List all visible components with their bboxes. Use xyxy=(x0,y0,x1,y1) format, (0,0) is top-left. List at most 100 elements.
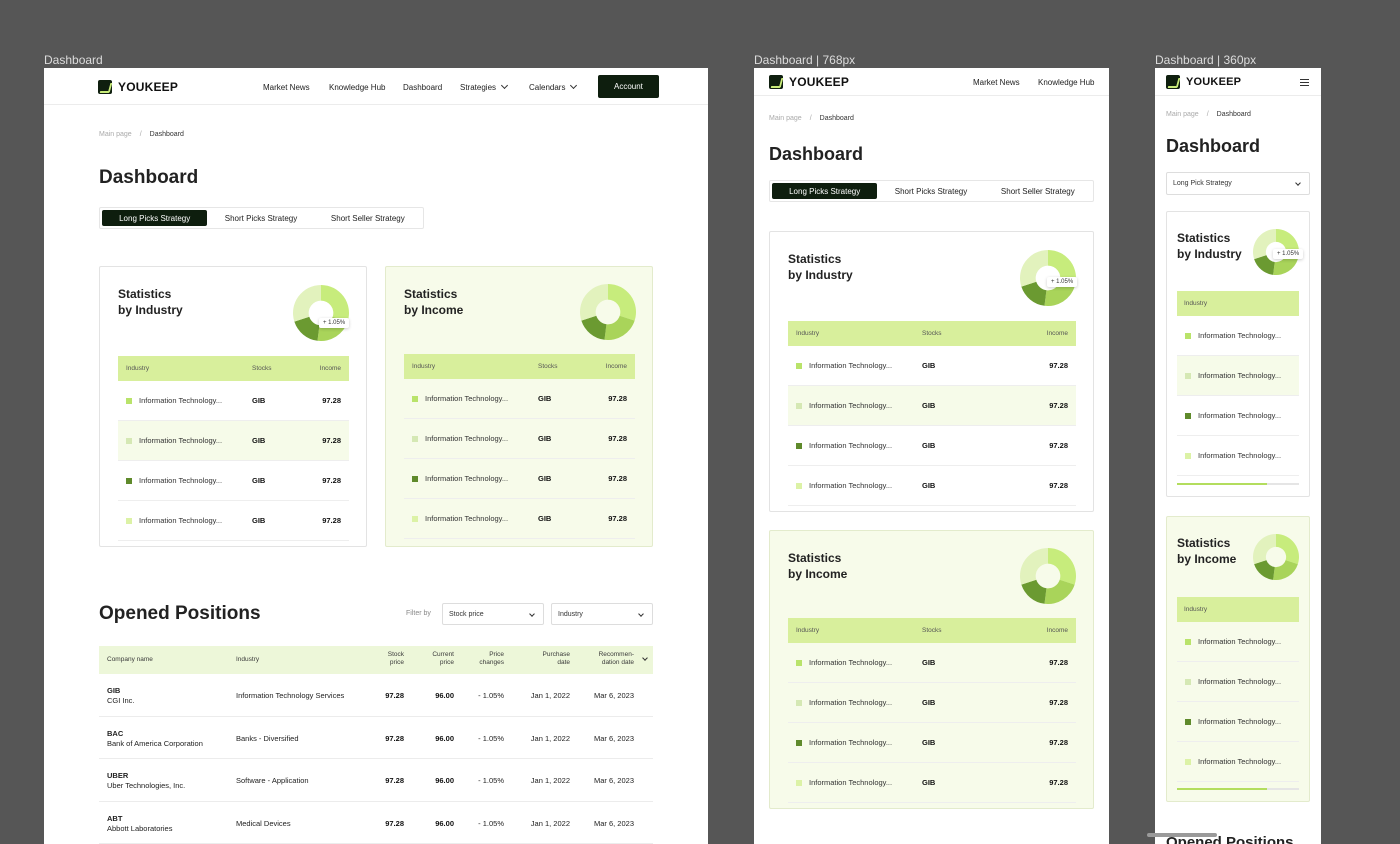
tab-long-picks[interactable]: Long Picks Strategy xyxy=(102,210,208,226)
stats-row[interactable]: Information Technology... GIB 97.28 xyxy=(118,381,349,421)
stats-row[interactable]: Information Technology... GIB 97.28 xyxy=(404,499,635,539)
industry-filter[interactable]: Industry xyxy=(551,603,653,625)
th-current-price[interactable]: Current price xyxy=(414,651,454,667)
stats-row[interactable]: Information Technology... xyxy=(1177,742,1299,782)
donut-segment-1[interactable] xyxy=(608,284,636,321)
breadcrumb-home[interactable]: Main page xyxy=(99,131,132,138)
donut-segment-4[interactable] xyxy=(293,285,321,322)
menu-icon[interactable] xyxy=(1300,79,1309,86)
table-row[interactable]: BAC Bank of America Corporation Banks - Di… xyxy=(99,717,653,759)
row-stock: 97.28 xyxy=(385,776,404,785)
nav-market-news[interactable]: Market News xyxy=(973,78,1020,87)
row-income: 97.28 xyxy=(1049,441,1068,450)
sort-chevron-icon[interactable] xyxy=(642,655,648,661)
row-symbol: UBER xyxy=(107,771,129,780)
scrollbar-thumb[interactable] xyxy=(1177,483,1268,485)
nav-knowledge-hub[interactable]: Knowledge Hub xyxy=(329,83,385,92)
breadcrumb-home[interactable]: Main page xyxy=(769,115,802,122)
row-stock: GIB xyxy=(538,474,552,483)
row-company: Bank of America Corporation xyxy=(107,738,203,748)
stats-row[interactable]: Information Technology... GIB 97.28 xyxy=(788,386,1076,426)
th-line: Price xyxy=(489,651,504,658)
row-industry: Information Technology... xyxy=(796,481,892,490)
industry-table-head: Industry Stocks Income xyxy=(788,321,1076,346)
row-income: 97.28 xyxy=(1049,361,1068,370)
breadcrumb-home[interactable]: Main page xyxy=(1166,111,1199,118)
stats-row[interactable]: Information Technology... GIB 97.28 xyxy=(788,466,1076,506)
legend-swatch xyxy=(796,739,802,746)
nav-knowledge-hub[interactable]: Knowledge Hub xyxy=(1038,78,1094,87)
tab-short-picks[interactable]: Short Picks Strategy xyxy=(207,210,314,226)
title-line-2: by Industry xyxy=(1177,247,1242,261)
horizontal-scrollbar[interactable] xyxy=(1177,788,1299,790)
industry-filter-value: Industry xyxy=(558,610,583,618)
row-industry: Information Technology... xyxy=(1185,371,1281,380)
stats-row[interactable]: Information Technology... GIB 97.28 xyxy=(404,419,635,459)
th-purchase-date[interactable]: Purchase date xyxy=(520,651,570,667)
row-purchase: Jan 1, 2022 xyxy=(530,818,570,828)
stats-row[interactable]: Information Technology... GIB 97.28 xyxy=(788,683,1076,723)
stats-row[interactable]: Information Technology... GIB 97.28 xyxy=(404,379,635,419)
tab-short-seller[interactable]: Short Seller Strategy xyxy=(315,210,421,226)
stats-row[interactable]: Information Technology... GIB 97.28 xyxy=(118,461,349,501)
stats-row[interactable]: Information Technology... GIB 97.28 xyxy=(788,643,1076,683)
donut-segment-1[interactable] xyxy=(1048,548,1076,585)
stats-income-title: Statistics by Income xyxy=(1177,535,1236,567)
account-button[interactable]: Account xyxy=(598,75,659,98)
strategy-select[interactable]: Long Pick Strategy xyxy=(1166,172,1310,195)
tab-short-seller[interactable]: Short Seller Strategy xyxy=(985,183,1091,199)
donut-segment-1[interactable] xyxy=(1276,534,1299,565)
tab-short-picks[interactable]: Short Picks Strategy xyxy=(877,183,984,199)
donut-segment-2[interactable] xyxy=(604,315,635,340)
th-price-changes[interactable]: Price changes xyxy=(464,651,504,667)
nav-market-news[interactable]: Market News xyxy=(263,83,310,92)
table-row[interactable]: GIB CGI Inc. Information Technology Servic… xyxy=(99,674,653,717)
tab-long-picks[interactable]: Long Picks Strategy xyxy=(772,183,878,199)
scrollbar-thumb[interactable] xyxy=(1177,788,1268,790)
row-rec: Mar 6, 2023 xyxy=(593,733,634,743)
stats-row[interactable]: Information Technology... xyxy=(1177,622,1299,662)
stats-row[interactable]: Information Technology... xyxy=(1177,436,1299,476)
nav-dashboard[interactable]: Dashboard xyxy=(403,83,442,92)
th-stock-price[interactable]: Stock price xyxy=(364,651,404,667)
table-row[interactable]: ABT Abbott Laboratories Medical Devices 97.… xyxy=(99,802,653,844)
row-industry: Information Technology... xyxy=(412,434,508,443)
donut-segment-4[interactable] xyxy=(1020,250,1048,287)
th-line: price xyxy=(389,659,404,666)
row-income: 97.28 xyxy=(1049,778,1068,787)
donut-segment-4[interactable] xyxy=(1253,534,1276,565)
brand-logo[interactable]: YOUKEEP xyxy=(769,75,849,89)
donut-segment-4[interactable] xyxy=(580,284,608,321)
stats-row[interactable]: Information Technology... xyxy=(1177,396,1299,436)
brand-logo[interactable]: YOUKEEP xyxy=(98,80,178,94)
stats-income-card: Statistics by Income Industry Stocks Inc… xyxy=(385,266,653,547)
stats-row[interactable]: Information Technology... GIB 97.28 xyxy=(118,501,349,541)
donut-segment-1[interactable] xyxy=(321,285,349,322)
nav-calendars[interactable]: Calendars xyxy=(529,81,578,92)
donut-segment-2[interactable] xyxy=(1044,579,1075,604)
horizontal-scrollbar[interactable] xyxy=(1177,483,1299,485)
stats-row[interactable]: Information Technology... GIB 97.28 xyxy=(404,459,635,499)
stats-row[interactable]: Information Technology... xyxy=(1177,702,1299,742)
strategy-tabs: Long Picks Strategy Short Picks Strategy… xyxy=(99,207,424,229)
stats-industry-title: Statistics by Industry xyxy=(788,251,853,283)
stats-row[interactable]: Information Technology... GIB 97.28 xyxy=(118,421,349,461)
stock-price-filter[interactable]: Stock price xyxy=(442,603,544,625)
stats-row[interactable]: Information Technology... GIB 97.28 xyxy=(788,723,1076,763)
table-row[interactable]: UBER Uber Technologies, Inc. Software - Ap… xyxy=(99,759,653,802)
stats-row[interactable]: Information Technology... xyxy=(1177,316,1299,356)
donut-segment-4[interactable] xyxy=(1020,548,1048,585)
title-line-1: Statistics xyxy=(1177,536,1231,550)
page-scrollbar[interactable] xyxy=(1147,833,1217,837)
nav-strategies[interactable]: Strategies xyxy=(460,81,509,92)
donut-segment-2[interactable] xyxy=(1273,560,1298,580)
th-industry[interactable]: Industry xyxy=(236,656,259,663)
stats-row[interactable]: Information Technology... xyxy=(1177,356,1299,396)
th-recommendation-date[interactable]: Recommen-dation date xyxy=(582,651,634,667)
stats-row[interactable]: Information Technology... GIB 97.28 xyxy=(788,763,1076,803)
stats-row[interactable]: Information Technology... GIB 97.28 xyxy=(788,426,1076,466)
th-company[interactable]: Company name xyxy=(107,656,153,663)
brand-logo[interactable]: YOUKEEP xyxy=(1166,75,1241,89)
stats-row[interactable]: Information Technology... GIB 97.28 xyxy=(788,346,1076,386)
stats-row[interactable]: Information Technology... xyxy=(1177,662,1299,702)
